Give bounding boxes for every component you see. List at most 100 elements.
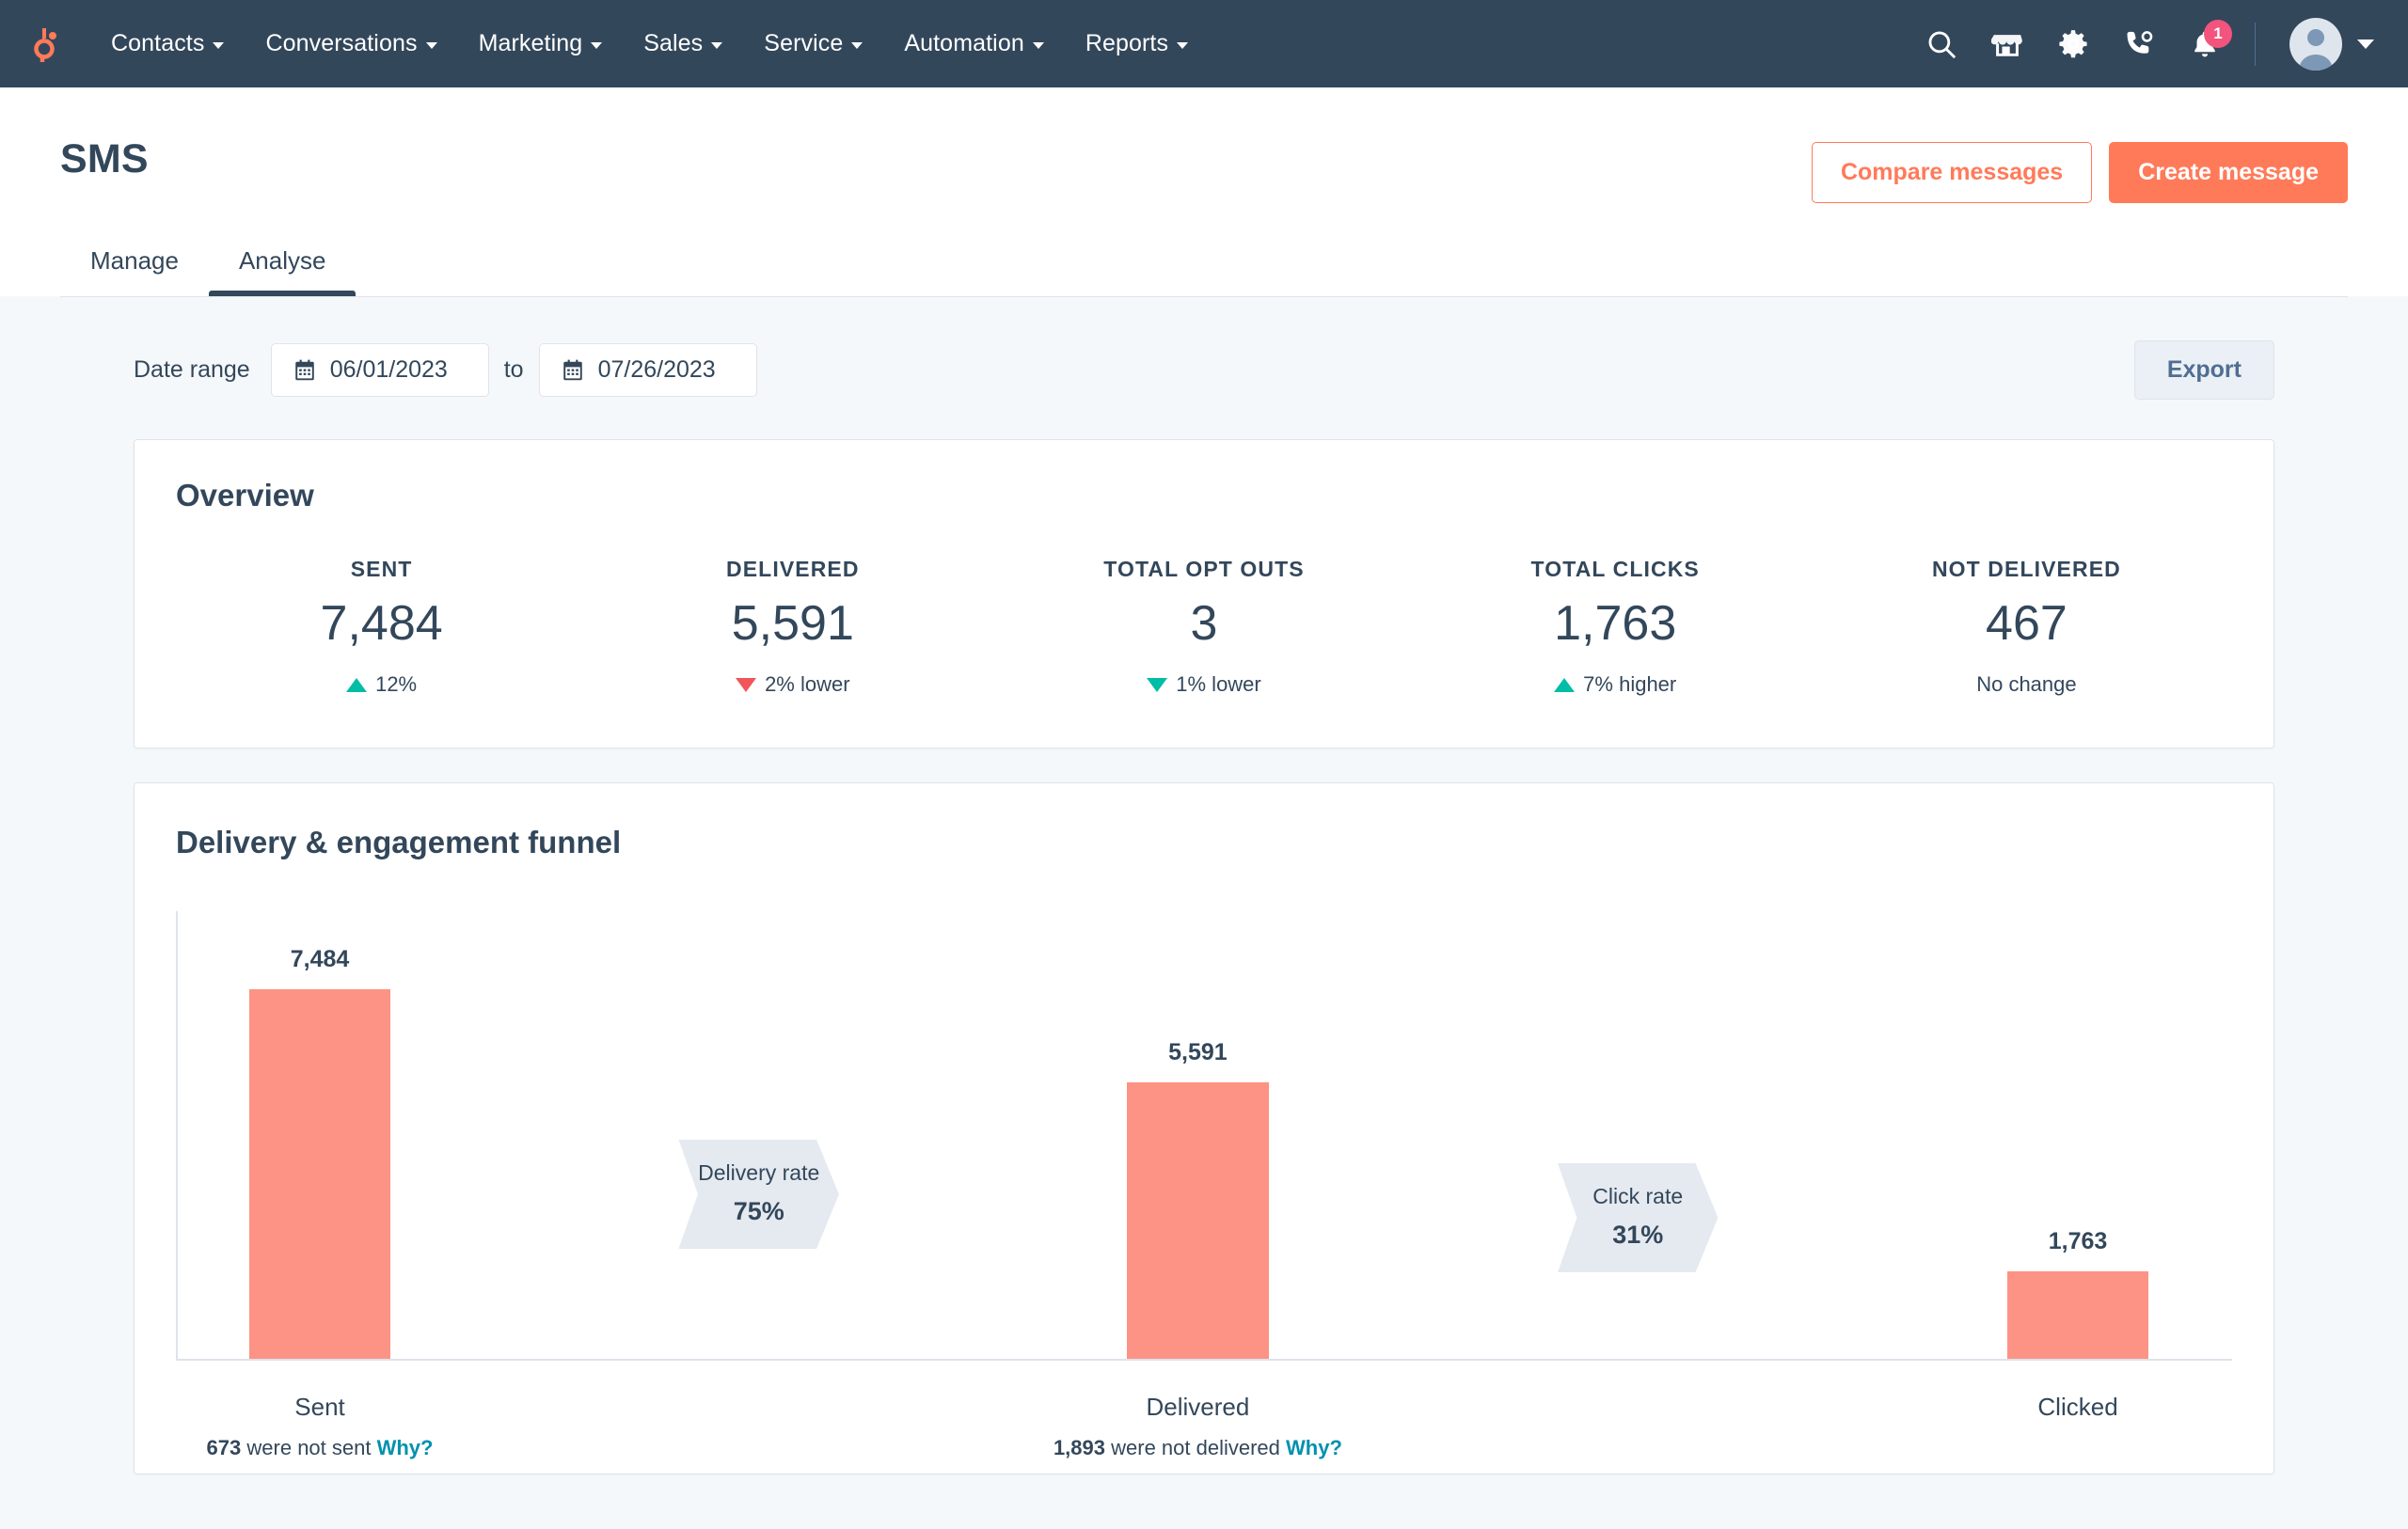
chevron-down-icon xyxy=(851,42,863,49)
tab-analyse[interactable]: Analyse xyxy=(209,237,356,296)
delivery-rate-chevron: Delivery rate 75% xyxy=(678,1140,839,1249)
export-button[interactable]: Export xyxy=(2134,340,2274,400)
metric-total-opt-outs: TOTAL OPT OUTS 3 1% lower xyxy=(998,557,1409,697)
metric-value: 3 xyxy=(998,595,1409,652)
click-rate-chevron: Click rate 31% xyxy=(1558,1163,1719,1272)
metric-label: TOTAL CLICKS xyxy=(1410,557,1821,582)
filter-bar: Date range 06/01/2023 to 07/26/2023 Expo… xyxy=(60,297,2348,400)
trend-down-icon xyxy=(736,678,756,692)
main-content: Date range 06/01/2023 to 07/26/2023 Expo… xyxy=(0,297,2408,1474)
chevron-down-icon xyxy=(2357,39,2374,49)
footnote-count: 673 xyxy=(207,1436,242,1459)
metric-value: 1,763 xyxy=(1410,595,1821,652)
trend-up-icon xyxy=(1554,678,1575,692)
metric-delta: No change xyxy=(1821,672,2232,697)
bar-value-clicked: 1,763 xyxy=(1970,1228,2187,1255)
chevron-value: 31% xyxy=(1558,1221,1719,1250)
nav-item-automation[interactable]: Automation xyxy=(883,30,1064,57)
overview-title: Overview xyxy=(176,478,2232,513)
metric-delta-text: 7% higher xyxy=(1583,672,1676,697)
phone-icon[interactable] xyxy=(2123,28,2155,60)
calendar-icon xyxy=(293,358,317,383)
metric-delta: 2% lower xyxy=(587,672,998,697)
chevron-down-icon xyxy=(591,42,602,49)
metric-delivered: DELIVERED 5,591 2% lower xyxy=(587,557,998,697)
chevron-label: Delivery rate xyxy=(678,1160,839,1186)
bar-clicked[interactable] xyxy=(2007,1271,2149,1359)
metric-delta: 12% xyxy=(176,672,587,697)
footnote-delivered: 1,893 were not delivered Why? xyxy=(1023,1436,1372,1460)
overview-metrics: SENT 7,484 12% DELIVERED 5,591 2% lower … xyxy=(176,557,2232,697)
page-header: SMS Compare messages Create message Mana… xyxy=(0,87,2408,296)
x-label-sent: Sent xyxy=(146,1393,495,1422)
nav-item-reports[interactable]: Reports xyxy=(1065,30,1209,57)
nav-item-label: Reports xyxy=(1085,30,1168,57)
funnel-card: Delivery & engagement funnel 7,484 5,591… xyxy=(134,782,2274,1474)
funnel-chart: 7,484 5,591 1,763 Delivery rate 75% Clic… xyxy=(176,911,2232,1361)
nav-item-marketing[interactable]: Marketing xyxy=(458,30,624,57)
page-title: SMS xyxy=(60,136,149,182)
chevron-down-icon xyxy=(426,42,437,49)
nav-item-label: Contacts xyxy=(111,30,204,57)
metric-label: SENT xyxy=(176,557,587,582)
metric-label: DELIVERED xyxy=(587,557,998,582)
chevron-value: 75% xyxy=(678,1197,839,1226)
gear-icon[interactable] xyxy=(2057,28,2089,60)
footnote-text: were not sent xyxy=(246,1436,371,1459)
nav-item-label: Conversations xyxy=(265,30,417,57)
footnote-sent: 673 were not sent Why? xyxy=(146,1436,495,1460)
x-label-clicked: Clicked xyxy=(1904,1393,2253,1422)
notification-badge: 1 xyxy=(2204,20,2232,48)
chevron-down-icon xyxy=(213,42,224,49)
compare-messages-button[interactable]: Compare messages xyxy=(1812,142,2092,203)
start-date-input[interactable]: 06/01/2023 xyxy=(271,343,489,397)
date-range-separator: to xyxy=(504,356,524,384)
metric-total-clicks: TOTAL CLICKS 1,763 7% higher xyxy=(1410,557,1821,697)
bar-sent[interactable] xyxy=(249,989,391,1359)
nav-item-contacts[interactable]: Contacts xyxy=(90,30,245,57)
metric-not-delivered: NOT DELIVERED 467 No change xyxy=(1821,557,2232,697)
nav-item-sales[interactable]: Sales xyxy=(623,30,743,57)
x-label-delivered: Delivered xyxy=(1023,1393,1372,1422)
end-date-value: 07/26/2023 xyxy=(598,356,716,384)
why-link[interactable]: Why? xyxy=(377,1436,434,1459)
chevron-label: Click rate xyxy=(1558,1184,1719,1209)
create-message-button[interactable]: Create message xyxy=(2109,142,2348,203)
bar-value-sent: 7,484 xyxy=(212,946,429,973)
bar-delivered[interactable] xyxy=(1127,1082,1269,1359)
chevron-down-icon xyxy=(1177,42,1188,49)
chart-y-axis xyxy=(176,911,178,1361)
nav-item-conversations[interactable]: Conversations xyxy=(245,30,457,57)
nav-item-label: Automation xyxy=(904,30,1023,57)
tab-manage[interactable]: Manage xyxy=(60,237,209,296)
start-date-value: 06/01/2023 xyxy=(330,356,448,384)
nav-item-service[interactable]: Service xyxy=(743,30,883,57)
why-link[interactable]: Why? xyxy=(1286,1436,1342,1459)
chevron-down-icon xyxy=(711,42,722,49)
end-date-input[interactable]: 07/26/2023 xyxy=(539,343,757,397)
funnel-title: Delivery & engagement funnel xyxy=(176,825,2232,860)
calendar-icon xyxy=(561,358,585,383)
nav-item-label: Service xyxy=(764,30,843,57)
metric-value: 5,591 xyxy=(587,595,998,652)
search-icon[interactable] xyxy=(1925,28,1957,60)
metric-delta: 1% lower xyxy=(998,672,1409,697)
nav-utility-icons: 1 xyxy=(1925,18,2374,71)
metric-label: TOTAL OPT OUTS xyxy=(998,557,1409,582)
nav-item-label: Marketing xyxy=(479,30,583,57)
metric-value: 7,484 xyxy=(176,595,587,652)
metric-label: NOT DELIVERED xyxy=(1821,557,2232,582)
nav-divider xyxy=(2255,23,2256,66)
avatar xyxy=(2289,18,2342,71)
overview-card: Overview SENT 7,484 12% DELIVERED 5,591 … xyxy=(134,439,2274,749)
marketplace-icon[interactable] xyxy=(1991,28,2023,60)
hubspot-sprocket-logo[interactable] xyxy=(21,23,64,66)
footnote-count: 1,893 xyxy=(1054,1436,1105,1459)
metric-delta-text: 2% lower xyxy=(765,672,849,697)
date-range-label: Date range xyxy=(134,356,250,384)
page-tabs: Manage Analyse xyxy=(60,237,2348,296)
account-menu[interactable] xyxy=(2289,18,2374,71)
main-menu: Contacts Conversations Marketing Sales S… xyxy=(90,30,1209,57)
metric-delta: 7% higher xyxy=(1410,672,1821,697)
notifications-bell-icon[interactable]: 1 xyxy=(2189,28,2221,60)
